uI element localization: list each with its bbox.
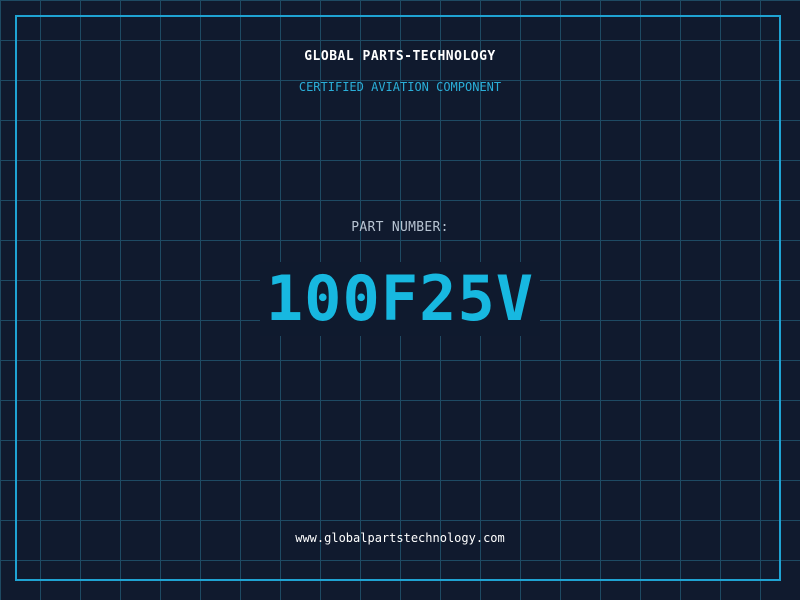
part-number-label: PART NUMBER: — [351, 220, 449, 235]
label-canvas: GLOBAL PARTS-TECHNOLOGY CERTIFIED AVIATI… — [0, 0, 800, 600]
website-url: www.globalpartstechnology.com — [295, 531, 505, 545]
company-name: GLOBAL PARTS-TECHNOLOGY — [304, 49, 496, 64]
part-number-value: 100F25V — [259, 262, 541, 336]
certification-subtitle: CERTIFIED AVIATION COMPONENT — [298, 80, 502, 94]
part-number-container: 100F25V — [0, 262, 800, 336]
